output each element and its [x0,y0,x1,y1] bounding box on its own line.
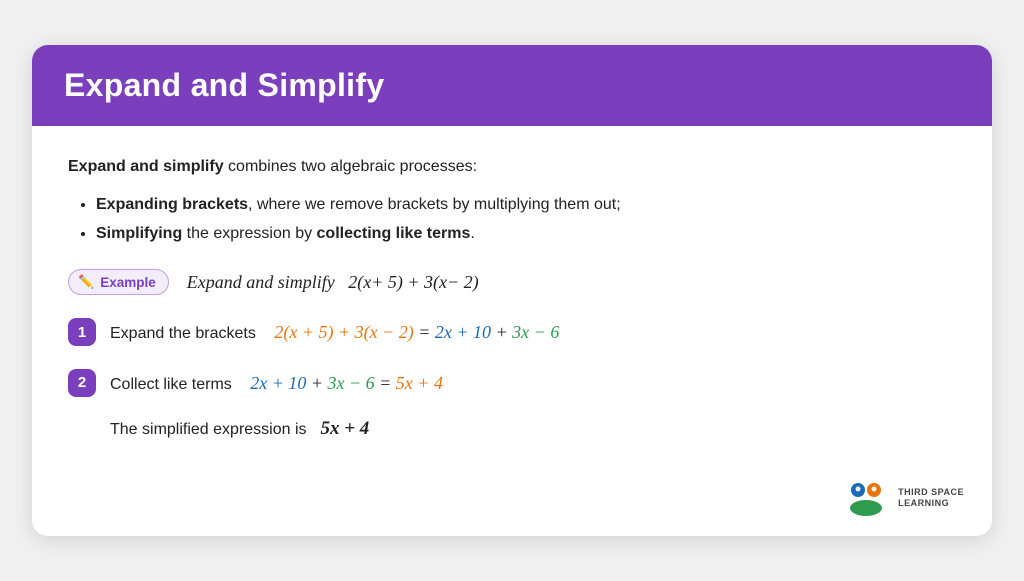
bullet2-bold: Simplifying [96,225,182,242]
bullet1-bold: Expanding brackets [96,196,248,213]
card-header: Expand and Simplify [32,45,992,126]
page-title: Expand and Simplify [64,67,960,104]
step-1-label: Expand the brackets [110,325,256,342]
step-2-label: Collect like terms [110,376,232,393]
bullet-list: Expanding brackets, where we remove brac… [96,191,956,249]
card-footer: THIRD SPACELEARNING [32,472,992,536]
step-1-equals: = [418,322,435,342]
step-1-math-green: 3x − 6 [512,322,559,342]
pencil-icon: ✏️ [78,274,94,290]
step-2-content: Collect like terms 2x + 10 + 3x − 6 = 5x… [110,368,443,399]
final-text: The simplified expression is [110,421,307,438]
intro-paragraph: Expand and simplify combines two algebra… [68,154,956,180]
intro-bold: Expand and simplify [68,158,224,175]
tsl-logo-icon [846,480,890,516]
step-1-math-orange: 2(x + 5) + 3(x − 2) [274,322,418,342]
example-formula: Expand and simplify 2(x + 5) + 3(x − 2) [187,272,479,293]
tsl-logo: THIRD SPACELEARNING [846,480,964,516]
example-badge-label: Example [100,275,156,290]
tsl-brand-text: THIRD SPACELEARNING [898,487,964,510]
final-statement: The simplified expression is 5x + 4 [110,418,956,440]
intro-rest: combines two algebraic processes: [224,158,477,175]
step-1-plus: + [496,322,513,342]
example-badge: ✏️ Example [68,269,169,295]
step-1-math-blue: 2x + 10 [435,322,491,342]
card-body: Expand and simplify combines two algebra… [32,126,992,472]
list-item: Expanding brackets, where we remove brac… [96,191,956,220]
card: Expand and Simplify Expand and simplify … [32,45,992,536]
step-2-row: 2 Collect like terms 2x + 10 + 3x − 6 = … [68,368,956,399]
step-1-row: 1 Expand the brackets 2(x + 5) + 3(x − 2… [68,317,956,348]
step-2-result: 5x + 4 [396,373,443,393]
step-2-equals: = [379,373,396,393]
final-math: 5x + 4 [311,418,369,439]
example-row: ✏️ Example Expand and simplify 2(x + 5) … [68,269,956,295]
step-1-content: Expand the brackets 2(x + 5) + 3(x − 2) … [110,317,559,348]
step-2-plus: + [311,373,328,393]
step-2-math-green: 3x − 6 [328,373,375,393]
list-item: Simplifying the expression by collecting… [96,220,956,249]
step-2-math-blue: 2x + 10 [250,373,306,393]
step-1-number: 1 [68,318,96,346]
bullet2-bold2: collecting like terms [317,225,471,242]
step-2-number: 2 [68,369,96,397]
